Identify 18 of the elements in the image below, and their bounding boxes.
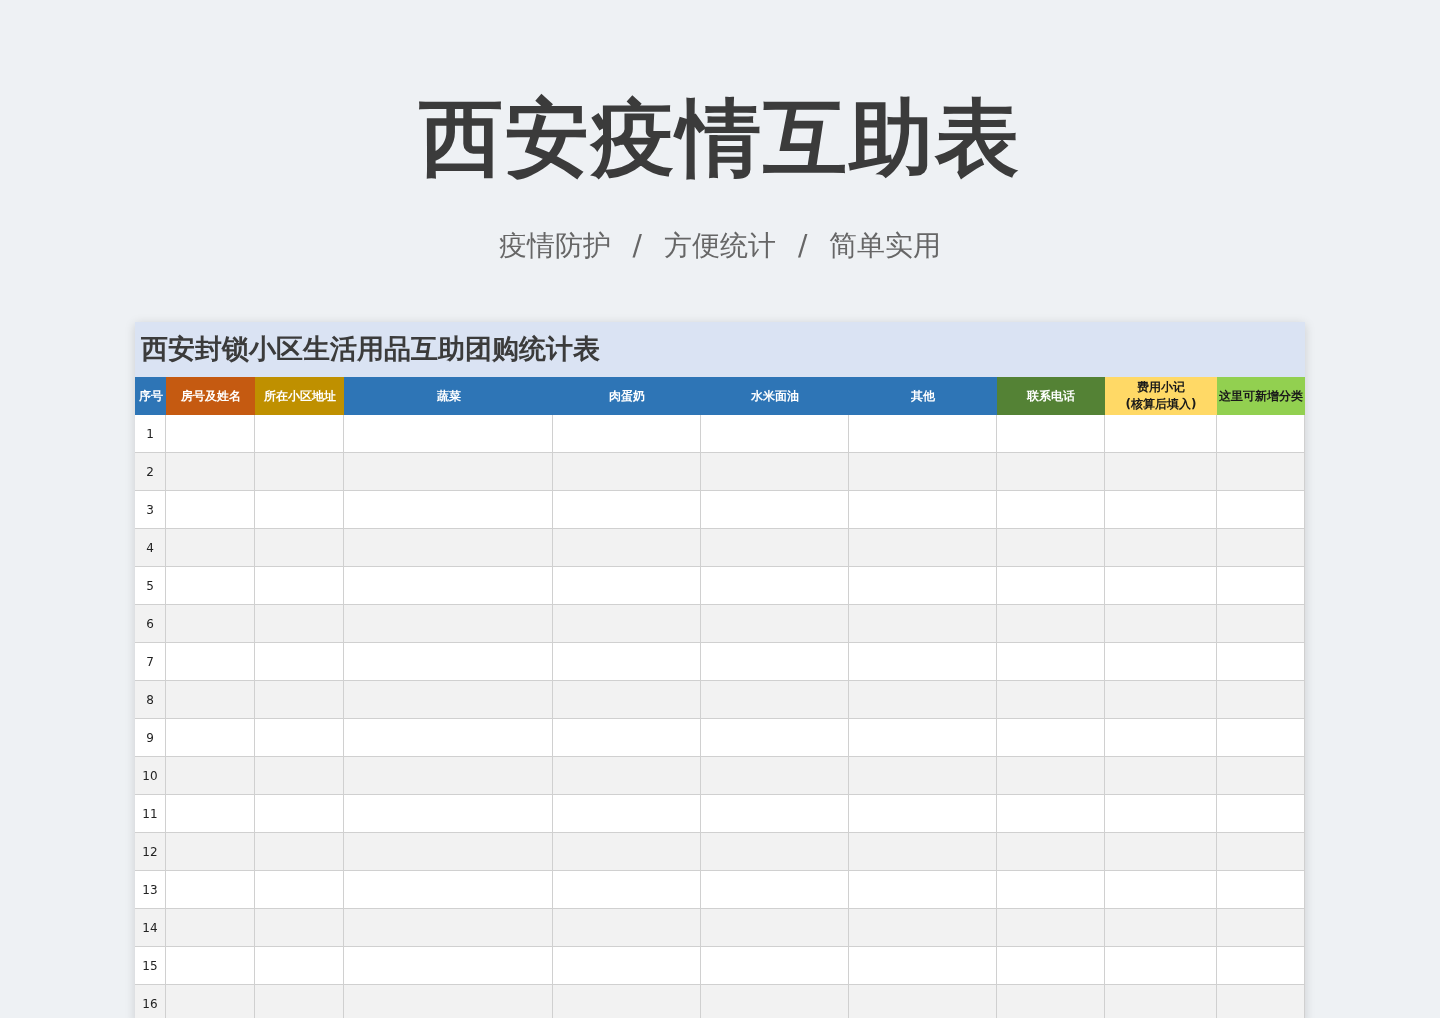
separator-slash: / (798, 228, 808, 264)
column-header: 所在小区地址 (255, 377, 344, 415)
separator-slash: / (632, 228, 642, 264)
column-header: 序号 (135, 377, 166, 415)
page-heading: 西安疫情互助表 (419, 88, 1021, 188)
column-header: 蔬菜 (344, 377, 553, 415)
column-header: 水米面油 (701, 377, 849, 415)
sheet-title: 西安封锁小区生活用品互助团购统计表 (141, 332, 600, 367)
column-header: 费用小记 (核算后填入) (1105, 377, 1217, 415)
column-header: 肉蛋奶 (553, 377, 701, 415)
subtitle-text: 疫情防护 (498, 228, 611, 264)
column-header: 联系电话 (997, 377, 1105, 415)
column-header: 房号及姓名 (166, 377, 255, 415)
column-header: 这里可新增分类 (1217, 377, 1305, 415)
subtitle-text: 简单实用 (829, 228, 942, 264)
row-number: 16 (135, 985, 166, 1018)
subtitle-text: 方便统计 (664, 228, 776, 264)
column-header: 其他 (849, 377, 997, 415)
